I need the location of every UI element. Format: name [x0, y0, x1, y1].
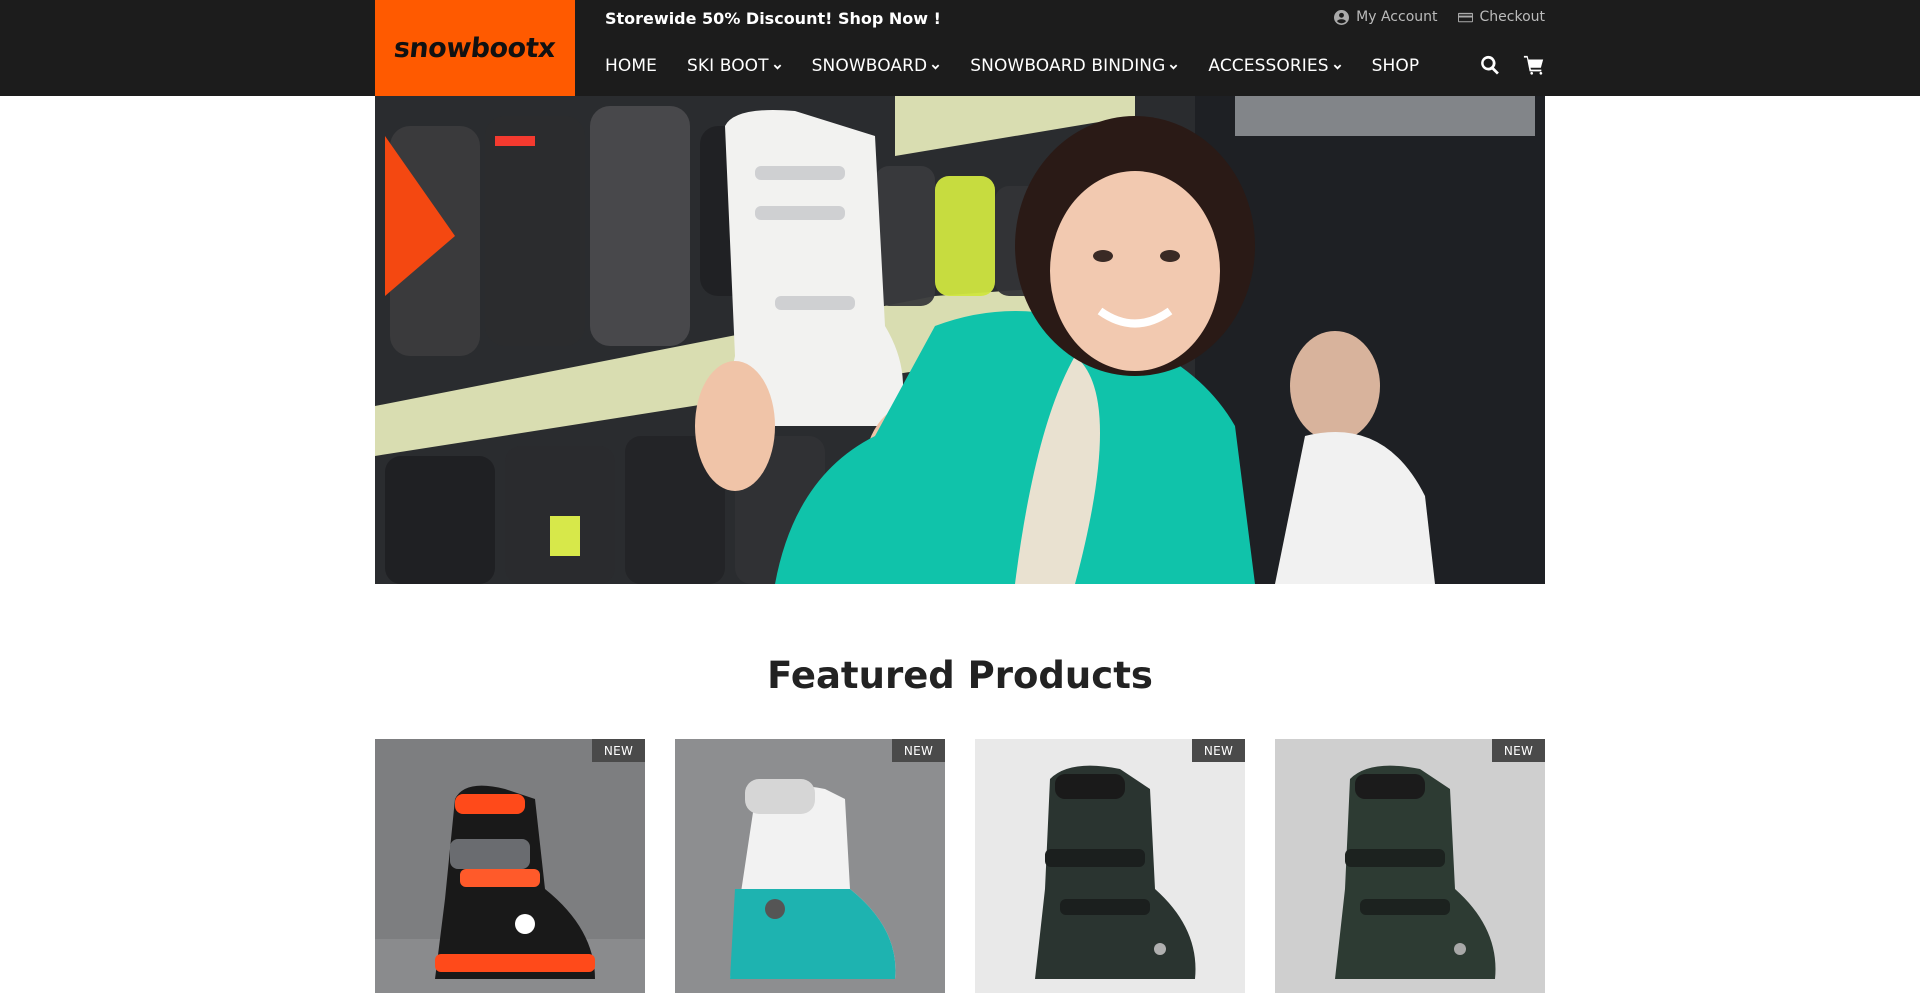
checkout-link[interactable]: Checkout [1457, 9, 1546, 25]
product-image [1275, 739, 1545, 993]
new-badge: NEW [1492, 739, 1545, 762]
checkout-label: Checkout [1479, 9, 1546, 25]
chevron-down-icon [1333, 64, 1341, 70]
product-image [375, 739, 645, 993]
search-button[interactable] [1479, 54, 1501, 76]
cart-icon [1523, 55, 1544, 75]
product-card[interactable]: NEW [975, 739, 1245, 993]
nav-item-snowboard[interactable]: SNOWBOARD [812, 56, 941, 76]
new-badge: NEW [592, 739, 645, 762]
new-badge: NEW [892, 739, 945, 762]
header-icons [1479, 54, 1545, 76]
nav-item-label: SNOWBOARD [811, 56, 928, 76]
product-card[interactable]: NEW [675, 739, 945, 993]
product-image [975, 739, 1245, 993]
cart-button[interactable] [1523, 54, 1545, 76]
promo-link[interactable]: Storewide 50% Discount! Shop Now ! [605, 9, 941, 28]
nav-item-accessories[interactable]: ACCESSORIES [1208, 56, 1341, 76]
nav-item-ski-boot[interactable]: SKI BOOT [687, 56, 782, 76]
nav-item-label: SHOP [1371, 56, 1420, 76]
chevron-down-icon [773, 64, 781, 70]
hero-banner[interactable] [375, 96, 1545, 584]
product-card[interactable]: NEW [375, 739, 645, 993]
nav-item-label: SKI BOOT [686, 56, 769, 76]
utility-links: My Account Checkout [1334, 9, 1545, 25]
main-nav: HOME SKI BOOT SNOWBOARD SNOWBOARD BINDIN… [605, 52, 1449, 80]
user-circle-icon [1334, 9, 1350, 25]
nav-item-home[interactable]: HOME [605, 56, 657, 76]
nav-item-label: ACCESSORIES [1208, 56, 1329, 76]
nav-item-snowboard-binding[interactable]: SNOWBOARD BINDING [970, 56, 1178, 76]
nav-item-label: SNOWBOARD BINDING [970, 56, 1166, 76]
hero-image [375, 96, 1545, 584]
header-inner: snowbootx Storewide 50% Discount! Shop N… [375, 0, 1545, 96]
product-image [675, 739, 945, 993]
chevron-down-icon [931, 64, 940, 70]
product-card[interactable]: NEW [1275, 739, 1545, 993]
logo-text: snowbootx [392, 32, 558, 64]
featured-products-title: Featured Products [767, 654, 1153, 697]
nav-item-label: HOME [605, 56, 657, 76]
search-icon [1481, 55, 1499, 75]
my-account-label: My Account [1356, 9, 1438, 25]
new-badge: NEW [1192, 739, 1245, 762]
nav-item-shop[interactable]: SHOP [1372, 56, 1420, 76]
credit-card-icon [1457, 12, 1473, 22]
site-header: snowbootx Storewide 50% Discount! Shop N… [0, 0, 1920, 96]
site-logo[interactable]: snowbootx [375, 0, 575, 96]
my-account-link[interactable]: My Account [1334, 9, 1438, 25]
chevron-down-icon [1170, 64, 1178, 70]
